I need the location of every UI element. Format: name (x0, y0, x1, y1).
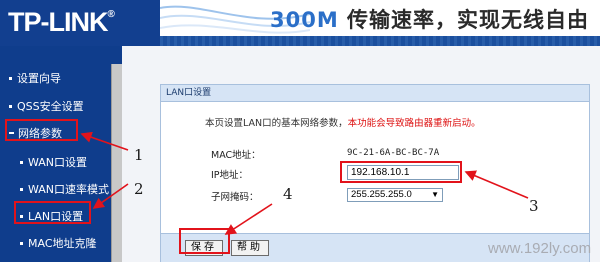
dropdown-arrow-icon: ▼ (431, 190, 439, 199)
logo-area: TP-LINK® (0, 0, 160, 46)
header-bar: TP-LINK® 300M 传输速率，实现无线自由 (0, 0, 600, 46)
subnet-mask-label: 子网掩码： (211, 192, 259, 203)
watermark: www.192ly.com (488, 240, 592, 257)
ip-label: IP地址： (211, 170, 249, 181)
sidebar-scrollbar[interactable] (111, 64, 122, 262)
panel-title: LAN口设置 (161, 85, 589, 102)
restart-warning: 本功能会导致路由器重新启动。 (347, 118, 481, 129)
highlight-box-lan (14, 201, 91, 224)
tp-link-logo: TP-LINK® (8, 7, 115, 37)
highlight-box-save (179, 228, 230, 254)
sidebar-item-setup-wizard[interactable]: 设置向导 (9, 70, 61, 86)
panel-description: 本页设置LAN口的基本网络参数，本功能会导致路由器重新启动。 (205, 118, 481, 129)
highlight-box-ip (340, 161, 462, 183)
annotation-number-2: 2 (134, 180, 144, 198)
subnet-mask-select[interactable]: 255.255.255.0 ▼ (347, 188, 443, 202)
bullet-icon (20, 241, 23, 245)
annotation-number-4: 4 (283, 185, 293, 203)
mac-value: 9C-21-6A-BC-BC-7A (347, 148, 440, 158)
banner-slogan: 300M 传输速率，实现无线自由 (270, 8, 590, 32)
mac-label: MAC地址： (211, 150, 261, 161)
bullet-icon (9, 76, 12, 80)
highlight-box-network (5, 119, 78, 141)
annotation-number-1: 1 (134, 146, 144, 164)
help-button[interactable]: 帮助 (231, 240, 269, 256)
bullet-icon (20, 187, 23, 191)
sidebar-item-wan-speed[interactable]: WAN口速率模式 (20, 181, 109, 197)
sidebar-item-wan[interactable]: WAN口设置 (20, 154, 87, 170)
banner: 300M 传输速率，实现无线自由 (160, 0, 600, 46)
sidebar-item-qss[interactable]: QSS安全设置 (9, 98, 84, 114)
banner-stripes (160, 36, 600, 46)
annotation-number-3: 3 (529, 197, 539, 215)
bullet-icon (20, 160, 23, 164)
sidebar-item-mac-clone[interactable]: MAC地址克隆 (20, 235, 97, 251)
bullet-icon (9, 104, 12, 108)
